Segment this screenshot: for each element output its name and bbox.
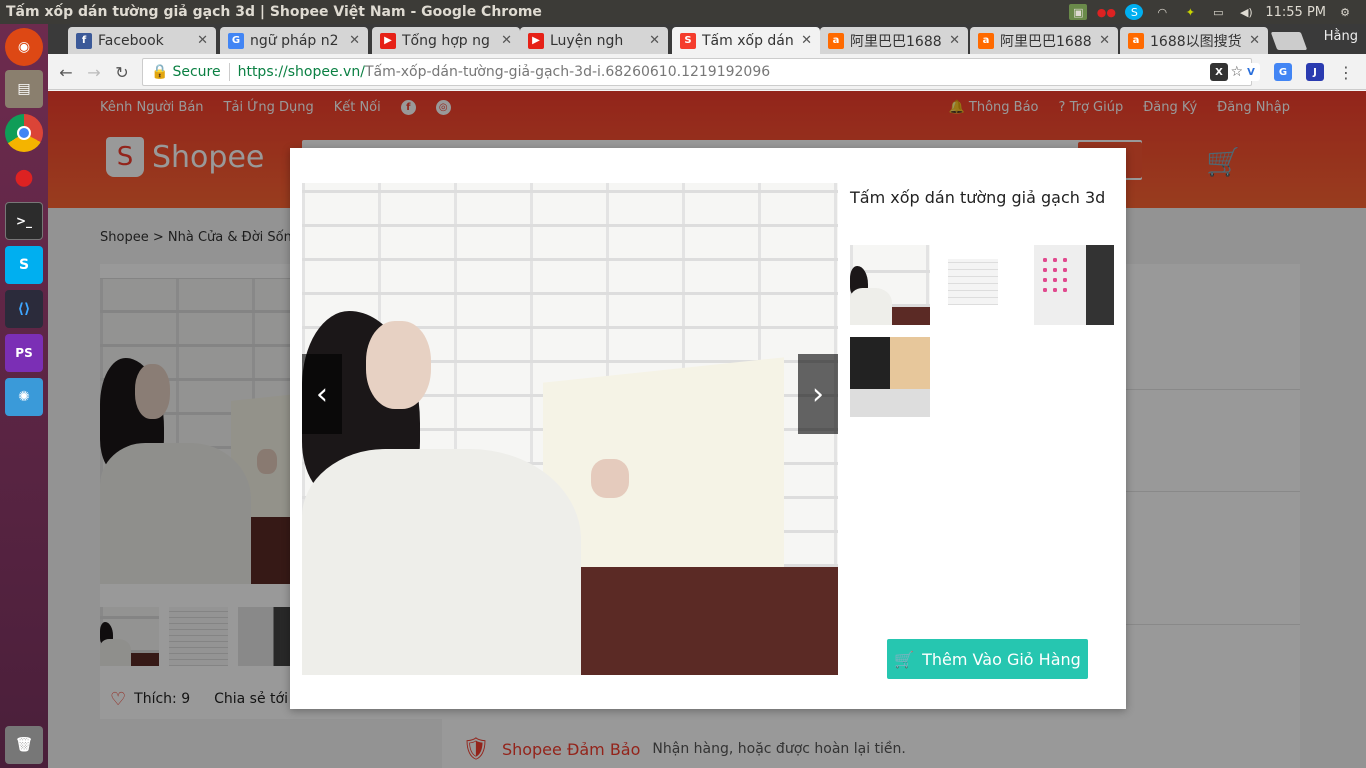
wifi-icon[interactable]: ◠	[1153, 4, 1171, 20]
menu-icon[interactable]: ⋮	[1336, 62, 1356, 82]
add-to-cart-button[interactable]: 🛒 Thêm Vào Giỏ Hàng	[887, 639, 1088, 679]
tab-title: 阿里巴巴1688	[1000, 33, 1092, 50]
trash-icon[interactable]: 🗑	[5, 726, 43, 764]
close-icon[interactable]: ✕	[501, 33, 512, 48]
system-tray: ▣ ●● S ◠ ✦ ▭ ◀) 11:55 PM ⚙	[1069, 4, 1366, 20]
reload-icon[interactable]: ↻	[112, 62, 132, 82]
skype-icon[interactable]: S	[5, 246, 43, 284]
phpstorm-icon[interactable]: PS	[5, 334, 43, 372]
extension-x-icon[interactable]: X	[1210, 63, 1228, 81]
alibaba-icon: a	[978, 32, 994, 49]
tab-2[interactable]: ▶ Tổng hợp ng ✕	[372, 27, 520, 54]
gallery-thumb[interactable]	[1034, 245, 1114, 325]
battery-icon[interactable]: ▭	[1209, 4, 1227, 20]
shopee-icon: S	[680, 32, 696, 49]
google-icon: G	[228, 32, 244, 49]
dropbox-icon[interactable]: ✦	[1181, 4, 1199, 20]
tab-title: Tấm xốp dán	[702, 32, 794, 49]
alibaba-icon: a	[828, 32, 844, 49]
gallery-thumb[interactable]	[850, 245, 930, 325]
translate-icon[interactable]: G	[1274, 63, 1292, 81]
alibaba-icon: a	[1128, 32, 1144, 49]
files-icon[interactable]: ▤	[5, 70, 43, 108]
tab-0[interactable]: f Facebook ✕	[68, 27, 216, 54]
image-gallery-modal: ‹ › Tấm xốp dán tường giả gạch 3d 🛒 Thêm…	[290, 148, 1126, 709]
close-icon[interactable]: ✕	[197, 33, 208, 48]
gallery-thumb[interactable]	[942, 245, 1022, 325]
tab-7[interactable]: a 1688以图搜货 ✕	[1120, 27, 1268, 54]
close-icon[interactable]: ✕	[349, 33, 360, 48]
profile-chip[interactable]: Hằng	[1324, 29, 1358, 44]
facebook-icon: f	[76, 32, 92, 49]
url-path: Tấm-xốp-dán-tường-giả-gạch-3d-i.68260610…	[364, 64, 771, 80]
cherry-app-icon[interactable]: ●	[5, 158, 43, 196]
new-tab-button[interactable]	[1270, 32, 1308, 50]
browser-toolbar: ← → ↻ 🔒 Secure https://shopee.vn/ Tấm-xố…	[48, 54, 1366, 90]
tab-title: 阿里巴巴1688	[850, 33, 942, 50]
ubuntu-icon[interactable]: ◉	[5, 28, 43, 66]
tab-5[interactable]: a 阿里巴巴1688 ✕	[820, 27, 968, 54]
tab-title: ngữ pháp n2	[250, 32, 339, 49]
close-icon[interactable]: ✕	[649, 33, 660, 48]
youtube-icon: ▶	[528, 32, 544, 49]
system-top-bar: Tấm xốp dán tường giả gạch 3d | Shopee V…	[0, 0, 1366, 24]
next-image-button[interactable]: ›	[798, 354, 838, 434]
secure-indicator[interactable]: 🔒 Secure	[151, 64, 221, 80]
close-icon[interactable]: ✕	[949, 33, 960, 48]
tab-title: 1688以图搜货	[1150, 33, 1242, 50]
prev-image-button[interactable]: ‹	[302, 354, 342, 434]
tab-strip: f Facebook ✕ Gngữ pháp n2 ✕ ▶ Tổng hợp ng ✕ ▶ Luy…	[48, 24, 1366, 54]
modal-product-title: Tấm xốp dán tường giả gạch 3d	[850, 188, 1106, 207]
tab-title: Facebook	[98, 32, 164, 49]
tab-4[interactable]: S Tấm xốp dán ✕	[672, 27, 820, 54]
tab-title: Tổng hợp ng	[402, 32, 490, 49]
terminal-icon[interactable]: >_	[5, 202, 43, 240]
clock[interactable]: 11:55 PM	[1265, 5, 1326, 20]
add-cart-icon: 🛒	[894, 649, 915, 669]
close-icon[interactable]: ✕	[1099, 33, 1110, 48]
tab-title: Luyện ngh	[550, 32, 624, 49]
screenshot-tool-icon[interactable]: ✺	[5, 378, 43, 416]
vscode-icon[interactable]: ⟨⟩	[5, 290, 43, 328]
extension-j-icon[interactable]: J	[1306, 63, 1324, 81]
tab-3[interactable]: ▶ Luyện ngh ✕	[520, 27, 668, 54]
gear-icon[interactable]: ⚙	[1336, 4, 1354, 20]
back-icon[interactable]: ←	[56, 62, 76, 82]
tab-6[interactable]: a 阿里巴巴1688 ✕	[970, 27, 1118, 54]
gallery-thumb[interactable]	[850, 337, 930, 417]
lock-icon: 🔒	[151, 64, 169, 80]
chrome-icon[interactable]	[5, 114, 43, 152]
window-title: Tấm xốp dán tường giả gạch 3d | Shopee V…	[6, 4, 542, 20]
gallery-main-image	[302, 183, 838, 675]
close-icon[interactable]: ✕	[801, 33, 812, 48]
tab-1[interactable]: Gngữ pháp n2 ✕	[220, 27, 368, 54]
url-host: https://shopee.vn/	[237, 64, 365, 80]
close-icon[interactable]: ✕	[1249, 33, 1260, 48]
cherry-icon[interactable]: ●●	[1097, 4, 1116, 20]
extension-v-icon[interactable]: V	[1242, 63, 1260, 81]
address-bar[interactable]: 🔒 Secure https://shopee.vn/ Tấm-xốp-dán-…	[142, 58, 1252, 86]
volume-icon[interactable]: ◀)	[1237, 4, 1255, 20]
forward-icon[interactable]: →	[84, 62, 104, 82]
update-icon[interactable]: ▣	[1069, 4, 1088, 20]
youtube-icon: ▶	[380, 32, 396, 49]
unity-launcher: ◉ ▤ ● >_ S ⟨⟩ PS ✺ 🗑	[0, 24, 48, 768]
skype-tray-icon[interactable]: S	[1125, 4, 1144, 20]
